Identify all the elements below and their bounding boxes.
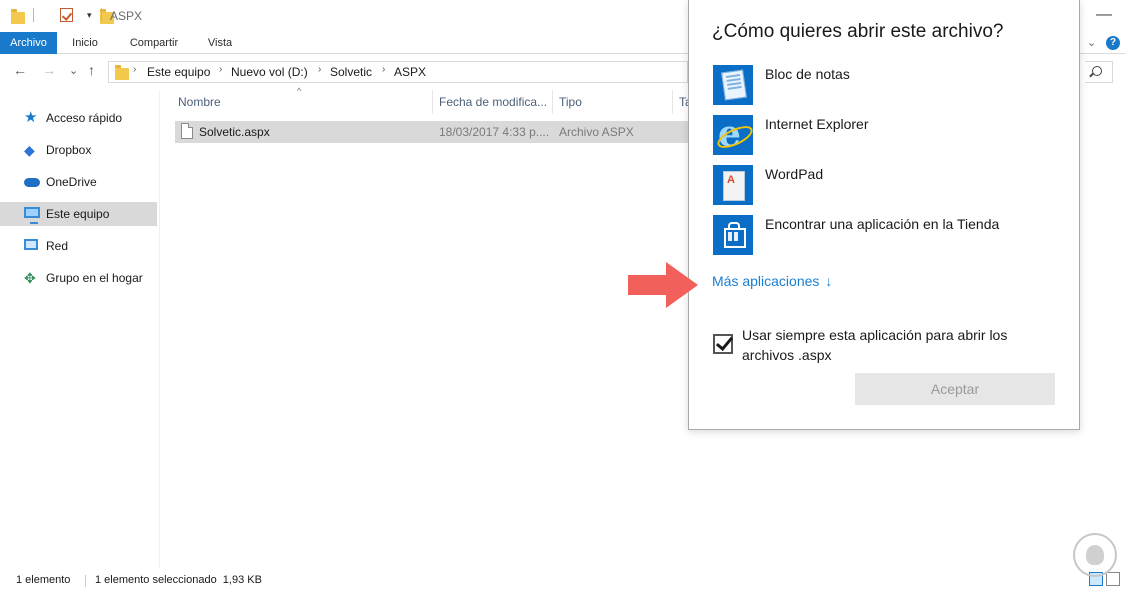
app-option-label: Encontrar una aplicación en la Tienda [765,216,1000,232]
status-selection: 1 elemento seleccionado 1,93 KB [95,574,262,586]
app-option-label: Bloc de notas [765,66,850,82]
breadcrumb-separator-icon: › [382,64,386,75]
tab-archivo[interactable]: Archivo [0,32,57,54]
file-name: Solvetic.aspx [199,125,270,139]
dialog-title: ¿Cómo quieres abrir este archivo? [712,21,1004,42]
navigation-pane: ★ Acceso rápido ◆ Dropbox OneDrive Este … [0,90,160,568]
sidebar-item-red[interactable]: Red [0,234,157,258]
file-date: 18/03/2017 4:33 p.... [439,125,550,139]
minimize-icon: — [1096,6,1112,23]
app-option-label: WordPad [765,166,824,182]
minimize-button[interactable]: — [1084,0,1125,32]
always-use-label: Usar siempre esta aplicación para abrir … [742,327,1008,363]
sidebar-item-label: Dropbox [46,143,92,157]
folder-icon [115,65,129,80]
breadcrumb-separator-icon: › [133,64,137,75]
app-option-bloc-de-notas[interactable]: Bloc de notas [713,65,1053,107]
breadcrumb-separator-icon: › [219,64,223,75]
quick-access-dropdown-icon[interactable]: ▾ [87,10,92,21]
window-title: ASPX [110,9,143,23]
red-arrow-icon [628,262,698,308]
sidebar-item-dropbox[interactable]: ◆ Dropbox [0,138,157,162]
computer-icon [24,206,40,224]
sidebar-item-grupo-hogar[interactable]: ✥ Grupo en el hogar [0,266,157,290]
more-apps-link[interactable]: Más aplicaciones ↓ [712,273,832,289]
recent-locations-icon[interactable]: ⌄ [69,64,78,77]
arrow-down-icon: ↓ [825,273,833,289]
star-icon: ★ [24,109,38,126]
sidebar-item-acceso-rapido[interactable]: ★ Acceso rápido [0,106,157,130]
breadcrumb-separator-icon: › [318,64,322,75]
properties-icon[interactable] [60,8,74,22]
dropbox-icon: ◆ [24,142,35,158]
large-icons-view-icon[interactable] [1106,572,1120,586]
accept-button[interactable]: Aceptar [855,373,1055,405]
search-icon [1092,66,1102,76]
sidebar-item-label: Grupo en el hogar [46,271,143,285]
search-box[interactable] [1085,61,1113,83]
network-icon [24,238,40,254]
sidebar-item-onedrive[interactable]: OneDrive [0,170,157,194]
sidebar-item-label: Acceso rápido [46,111,123,125]
column-divider[interactable] [552,90,553,114]
back-icon[interactable]: ← [13,62,27,78]
sidebar-item-label: OneDrive [46,175,97,189]
breadcrumb-solvetic[interactable]: Solvetic [330,65,372,79]
expand-ribbon-icon[interactable]: ⌄ [1087,36,1096,49]
address-bar[interactable]: › Este equipo › Nuevo vol (D:) › Solveti… [108,61,688,83]
always-use-checkbox[interactable] [713,334,733,354]
cloud-icon [24,174,40,190]
sort-ascending-icon: ^ [297,86,302,96]
app-option-wordpad[interactable]: A WordPad [713,165,1053,207]
quick-access-separator [33,8,34,22]
breadcrumb-este-equipo[interactable]: Este equipo [147,65,210,79]
watermark-logo-icon [1073,533,1117,577]
sidebar-item-este-equipo[interactable]: Este equipo [0,202,157,226]
forward-icon[interactable]: → [42,62,56,78]
column-header-tipo[interactable]: Tipo [559,95,582,109]
up-icon[interactable]: ↑ [88,62,95,78]
app-option-store[interactable]: Encontrar una aplicación en la Tienda [713,215,1053,257]
document-icon [181,123,193,139]
homegroup-icon: ✥ [24,270,36,286]
tab-inicio[interactable]: Inicio [62,32,108,54]
tab-compartir[interactable]: Compartir [118,32,190,54]
tab-vista[interactable]: Vista [198,32,242,54]
store-icon [713,215,753,255]
wordpad-icon: A [713,165,753,205]
sidebar-item-label: Red [46,239,69,253]
status-separator [85,575,86,587]
notepad-icon [713,65,753,105]
file-row[interactable]: Solvetic.aspx 18/03/2017 4:33 p.... Arch… [175,121,690,143]
folder-icon [11,9,25,24]
column-header-fecha[interactable]: Fecha de modifica... [439,95,547,109]
internet-explorer-icon: e [713,113,753,155]
column-divider[interactable] [432,90,433,114]
status-item-count: 1 elemento [16,574,71,586]
column-divider[interactable] [672,90,673,114]
file-type: Archivo ASPX [559,125,634,139]
column-header-nombre[interactable]: Nombre [178,95,221,109]
sidebar-item-label: Este equipo [46,207,110,221]
open-with-dialog: ¿Cómo quieres abrir este archivo? Bloc d… [688,0,1080,430]
more-apps-label: Más aplicaciones [712,273,820,289]
breadcrumb-nuevo-vol[interactable]: Nuevo vol (D:) [231,65,308,79]
help-icon[interactable]: ? [1106,36,1120,50]
app-option-internet-explorer[interactable]: e Internet Explorer [713,113,1053,157]
title-separator [101,8,102,22]
breadcrumb-aspx[interactable]: ASPX [394,65,426,79]
app-option-label: Internet Explorer [765,116,869,132]
